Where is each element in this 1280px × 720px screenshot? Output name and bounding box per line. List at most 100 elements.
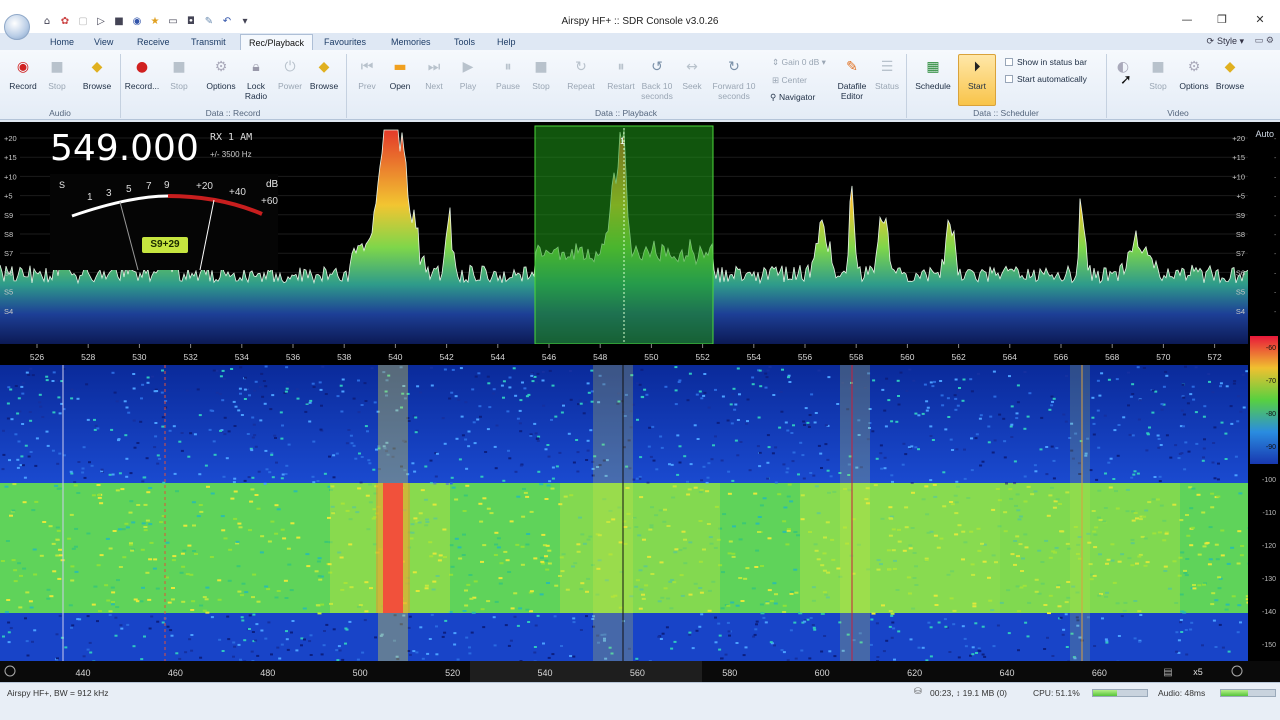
waterfall-noise xyxy=(213,453,217,456)
video-browse-button[interactable]: ◆ Browse xyxy=(1210,56,1250,91)
tab-favourites[interactable]: Favourites xyxy=(316,34,374,50)
waterfall-noise xyxy=(22,567,27,570)
tab-tools[interactable]: Tools xyxy=(446,34,483,50)
data-stop-button[interactable]: ■ Stop xyxy=(159,56,199,91)
waterfall-noise xyxy=(131,521,136,524)
waterfall-frequency-axis[interactable]: 440 460 480 500 520 540 560 580 600 620 640 660 ▤ x5 xyxy=(0,661,1280,682)
frequency-display[interactable]: 549.000 xyxy=(50,128,199,169)
gain-dropdown[interactable]: ⇕ Gain 0 dB ▾ xyxy=(772,57,826,68)
waterfall-noise xyxy=(276,646,280,649)
tab-rec-playback[interactable]: Rec/Playback xyxy=(240,34,314,50)
start-button[interactable]: ⏵ Start xyxy=(957,56,997,91)
seek-button[interactable]: ↔ Seek xyxy=(672,56,712,91)
waterfall-noise xyxy=(1213,426,1217,429)
waterfall-noise xyxy=(755,623,758,626)
video-options-button[interactable]: ⚙ Options xyxy=(1174,56,1214,91)
tab-memories[interactable]: Memories xyxy=(383,34,439,50)
audio-stop-button[interactable]: ■ Stop xyxy=(37,56,77,91)
waterfall-noise xyxy=(55,538,60,541)
waterfall-noise xyxy=(482,544,487,547)
video-stop-button[interactable]: ■ Stop xyxy=(1138,56,1178,91)
waterfall-display[interactable] xyxy=(0,365,1248,661)
audio-browse-button[interactable]: ◆ Browse xyxy=(77,56,117,91)
waterfall-noise xyxy=(700,479,704,482)
waterfall-noise xyxy=(368,462,372,465)
waterfall-noise xyxy=(885,377,889,380)
waterfall-noise xyxy=(302,607,307,610)
spectrum-display[interactable]: 1 +20 +15 +10 +5 S9 S8 S7 S6 S5 S4 +20 +15 +10 +5 S9 S8 S… xyxy=(0,122,1280,365)
playback-stop-button[interactable]: ■ Stop xyxy=(521,56,561,91)
waterfall-noise xyxy=(7,621,11,624)
power-icon: ⏻ xyxy=(284,59,296,75)
waterfall-noise xyxy=(284,473,288,475)
navigator-button[interactable]: ⚲ Navigator xyxy=(770,92,815,103)
play-button[interactable]: ▶ Play xyxy=(448,56,488,91)
waterfall-noise xyxy=(760,612,765,615)
style-menu[interactable]: ⟳ Style ▾ xyxy=(1207,36,1244,47)
waterfall-noise xyxy=(408,615,412,618)
forward-10-button[interactable]: ↻ Forward 10 seconds xyxy=(710,56,758,101)
show-in-status-bar-checkbox[interactable]: Show in status bar xyxy=(1005,57,1087,67)
waterfall-noise xyxy=(175,652,179,655)
ribbon-options-icons[interactable]: ▭ ⚙ xyxy=(1255,36,1274,46)
waterfall-noise xyxy=(1202,583,1207,586)
tab-transmit[interactable]: Transmit xyxy=(183,34,234,50)
waterfall-noise xyxy=(1013,460,1017,463)
waterfall-noise xyxy=(161,425,165,428)
waterfall-noise xyxy=(561,402,565,405)
waterfall-noise xyxy=(758,451,762,454)
waterfall-noise xyxy=(76,618,80,621)
waterfall-noise xyxy=(728,540,733,543)
waterfall-noise xyxy=(547,562,552,565)
waterfall-noise xyxy=(332,628,336,631)
center-button[interactable]: ⊞ Center xyxy=(772,75,807,86)
waterfall-noise xyxy=(316,560,321,563)
tab-home[interactable]: Home xyxy=(42,34,82,50)
group-label-data-record: Data :: Record xyxy=(205,108,261,118)
waterfall-noise xyxy=(1232,382,1236,385)
waterfall-noise xyxy=(464,589,468,592)
back-10-button[interactable]: ↺ Back 10 seconds xyxy=(637,56,677,101)
data-record-button[interactable]: ● Record... xyxy=(122,56,162,91)
waterfall-plot[interactable] xyxy=(0,365,1248,661)
start-automatically-checkbox[interactable]: Start automatically xyxy=(1005,74,1087,84)
close-button[interactable]: ✕ xyxy=(1250,13,1270,29)
maximize-button[interactable]: ❐ xyxy=(1212,13,1232,29)
datafile-editor-button[interactable]: ✎ Datafile Editor xyxy=(832,56,872,101)
waterfall-noise xyxy=(285,366,289,369)
app-menu-button[interactable] xyxy=(4,14,30,40)
tab-help[interactable]: Help xyxy=(489,34,524,50)
data-options-button[interactable]: ⚙ Options xyxy=(201,56,241,91)
waterfall-noise xyxy=(1137,418,1141,421)
waterfall-noise xyxy=(1153,476,1157,478)
waterfall-noise xyxy=(285,387,289,390)
waterfall-noise xyxy=(290,631,293,634)
waterfall-noise xyxy=(1009,425,1013,428)
tab-view[interactable]: View xyxy=(86,34,121,50)
tab-receive[interactable]: Receive xyxy=(129,34,178,50)
waterfall-noise xyxy=(507,644,511,647)
restart-button[interactable]: ⏸ Restart xyxy=(601,56,641,91)
waterfall-strong-signal-halo xyxy=(376,483,410,613)
waterfall-noise xyxy=(529,610,533,613)
waterfall-noise xyxy=(977,647,981,650)
waterfall-noise xyxy=(720,459,724,462)
waterfall-noise xyxy=(758,465,762,468)
waterfall-noise xyxy=(502,396,505,399)
schedule-button[interactable]: ▦ Schedule xyxy=(913,56,953,91)
auto-scale-label[interactable]: Auto xyxy=(1255,129,1274,139)
rewind-icon: ↺ xyxy=(651,59,663,75)
waterfall-noise xyxy=(260,629,264,632)
waterfall-noise xyxy=(702,465,706,468)
repeat-button[interactable]: ↻ Repeat xyxy=(561,56,601,91)
waterfall-noise xyxy=(800,649,804,652)
data-browse-button[interactable]: ◆ Browse xyxy=(304,56,344,91)
minimize-button[interactable]: — xyxy=(1177,13,1197,29)
waterfall-colorbar[interactable]: -60-70-80-90-100-110-120-130-140-150 xyxy=(1248,336,1280,661)
status-button[interactable]: ☰ Status xyxy=(867,56,907,91)
waterfall-noise xyxy=(586,439,590,442)
waterfall-noise xyxy=(239,366,243,369)
waterfall-noise xyxy=(508,386,512,389)
waterfall-noise xyxy=(1055,447,1059,450)
waterfall-noise xyxy=(233,517,238,520)
